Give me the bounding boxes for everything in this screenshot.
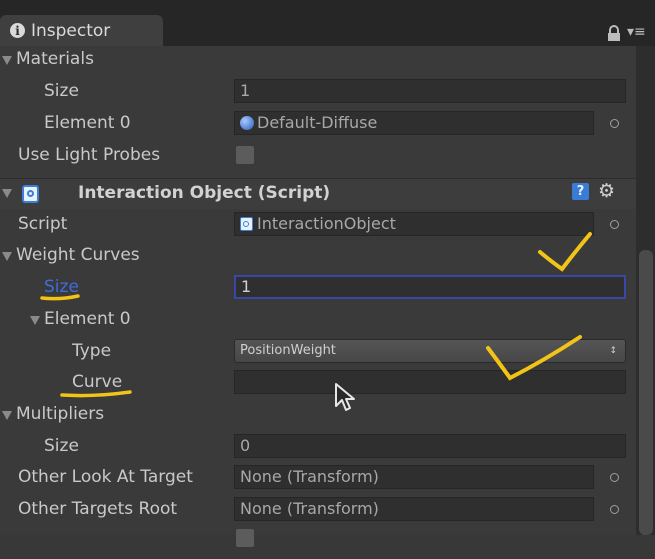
script-field[interactable]: InteractionObject [234,212,594,236]
light-probes-label: Use Light Probes [18,145,161,165]
multipliers-size-label: Size [44,436,79,456]
curve-row: Curve [0,368,636,400]
scrollbar-thumb[interactable] [639,250,653,535]
component-foldout-arrow-icon[interactable] [2,189,12,198]
materials-foldout[interactable]: Materials [0,45,636,77]
weight-curves-size-field[interactable]: 1 [234,275,626,299]
other-targets-root-field[interactable]: None (Transform) [234,497,594,521]
lock-icon[interactable] [606,25,622,41]
component-header[interactable]: Interaction Object (Script) ? ⚙ [0,178,636,209]
cut-off-row [0,527,636,559]
type-dropdown[interactable]: PositionWeight ↕ [234,339,626,363]
material-sphere-icon [240,116,254,130]
other-look-at-target-field[interactable]: None (Transform) [234,465,594,489]
curve-label: Curve [72,372,123,392]
script-component-icon [22,185,39,203]
other-targets-root-label: Other Targets Root [18,499,178,519]
window-tab-bar: i Inspector ▾≡ [0,0,655,46]
tab-inspector[interactable]: i Inspector [0,15,163,46]
materials-element0-label: Element 0 [44,113,131,133]
materials-element0-row: Element 0 Default-Diffuse [0,109,636,141]
materials-size-field[interactable]: 1 [234,79,626,103]
tab-inspector-label: Inspector [31,20,111,41]
materials-element0-field[interactable]: Default-Diffuse [234,111,594,135]
light-probes-checkbox[interactable] [236,146,254,164]
weight-curves-size-label: Size [44,277,79,297]
multipliers-size-field[interactable]: 0 [234,434,626,458]
dropdown-arrows-icon: ↕ [609,346,617,356]
script-icon [240,217,253,231]
type-label: Type [72,341,112,361]
materials-size-label: Size [44,81,79,101]
materials-size-row: Size 1 [0,77,636,109]
other-look-at-target-picker-icon[interactable] [610,473,619,482]
type-row: Type PositionWeight ↕ [0,337,636,369]
multipliers-label: Multipliers [16,404,105,424]
materials-element0-value: Default-Diffuse [257,113,378,132]
script-picker-icon[interactable] [610,220,619,229]
script-row: Script InteractionObject [0,210,636,242]
script-value: InteractionObject [257,214,396,233]
weight-curves-foldout[interactable]: Weight Curves [0,241,636,273]
weight-curves-size-row: Size 1 [0,273,636,305]
multipliers-foldout[interactable]: Multipliers [0,400,636,432]
cut-off-checkbox[interactable] [236,529,254,547]
multipliers-arrow-icon[interactable] [2,411,12,420]
weight-curves-label: Weight Curves [16,245,140,265]
context-menu-icon[interactable]: ▾≡ [627,24,646,40]
foldout-arrow-icon[interactable] [2,56,12,65]
weight-curves-element0-label: Element 0 [44,309,131,329]
other-targets-root-row: Other Targets Root None (Transform) [0,495,636,527]
weight-curves-element0-foldout[interactable]: Element 0 [0,305,636,337]
weight-curves-arrow-icon[interactable] [2,252,12,261]
help-icon[interactable]: ? [572,183,589,200]
info-icon: i [10,23,25,38]
materials-label: Materials [16,49,94,69]
type-value: PositionWeight [240,343,336,358]
element0-arrow-icon[interactable] [30,316,40,325]
gear-icon[interactable]: ⚙ [598,180,615,202]
object-picker-icon[interactable] [610,119,619,128]
multipliers-size-row: Size 0 [0,432,636,464]
curve-field[interactable] [234,370,626,394]
component-title: Interaction Object (Script) [78,183,331,203]
light-probes-row: Use Light Probes [0,141,636,173]
script-label: Script [18,214,68,234]
other-look-at-target-row: Other Look At Target None (Transform) [0,463,636,495]
other-look-at-target-label: Other Look At Target [18,467,193,487]
other-targets-root-picker-icon[interactable] [610,505,619,514]
